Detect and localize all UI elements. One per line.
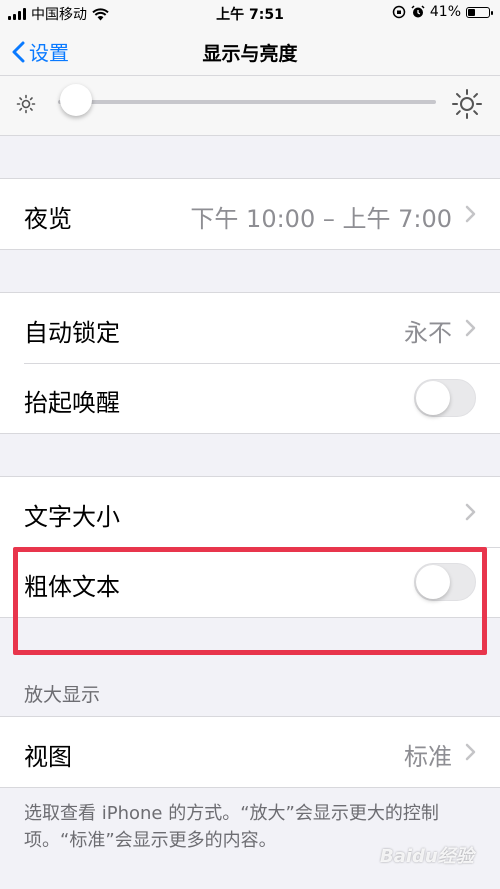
chevron-right-icon — [465, 205, 476, 223]
chevron-right-icon — [465, 319, 476, 337]
toggle-knob — [416, 381, 450, 415]
text-size-row[interactable]: 文字大小 — [0, 477, 500, 547]
night-shift-label: 夜览 — [24, 205, 72, 233]
battery-fill — [468, 8, 475, 16]
auto-lock-value: 永不 — [404, 319, 452, 347]
brightness-slider-thumb[interactable] — [60, 84, 92, 116]
raise-to-wake-toggle[interactable] — [414, 379, 476, 417]
raise-to-wake-label: 抬起唤醒 — [24, 389, 120, 417]
view-value: 标准 — [404, 743, 452, 771]
view-label: 视图 — [24, 743, 72, 771]
raise-to-wake-row: 抬起唤醒 — [0, 363, 500, 433]
auto-lock-row[interactable]: 自动锁定 永不 — [0, 293, 500, 363]
zoom-section-header: 放大显示 — [24, 684, 101, 706]
battery-icon — [466, 6, 493, 18]
sun-large-icon — [452, 89, 482, 119]
sun-small-icon — [16, 94, 36, 114]
status-bar: 中国移动 上午 7:51 41% — [0, 0, 500, 26]
highlight-box — [13, 547, 487, 655]
auto-lock-label: 自动锁定 — [24, 319, 120, 347]
view-row[interactable]: 视图 标准 — [0, 717, 500, 787]
status-right: 41% — [392, 4, 493, 20]
night-shift-row[interactable]: 夜览 下午 10:00 – 上午 7:00 — [0, 179, 500, 249]
watermark: Baidu经验 — [380, 846, 474, 867]
night-shift-value: 下午 10:00 – 上午 7:00 — [190, 205, 452, 233]
orientation-lock-icon — [392, 5, 406, 19]
chevron-right-icon — [465, 503, 476, 521]
alarm-icon — [411, 5, 425, 18]
page-title: 显示与亮度 — [202, 43, 298, 65]
night-shift-group: 夜览 下午 10:00 – 上午 7:00 — [0, 178, 500, 250]
view-group: 视图 标准 — [0, 716, 500, 788]
lock-group: 自动锁定 永不 抬起唤醒 — [0, 292, 500, 434]
battery-percent: 41% — [429, 4, 461, 20]
chevron-right-icon — [465, 743, 476, 761]
brightness-slider-track[interactable] — [58, 100, 436, 104]
nav-bar: 设置 显示与亮度 — [0, 26, 500, 76]
text-size-label: 文字大小 — [24, 503, 120, 531]
